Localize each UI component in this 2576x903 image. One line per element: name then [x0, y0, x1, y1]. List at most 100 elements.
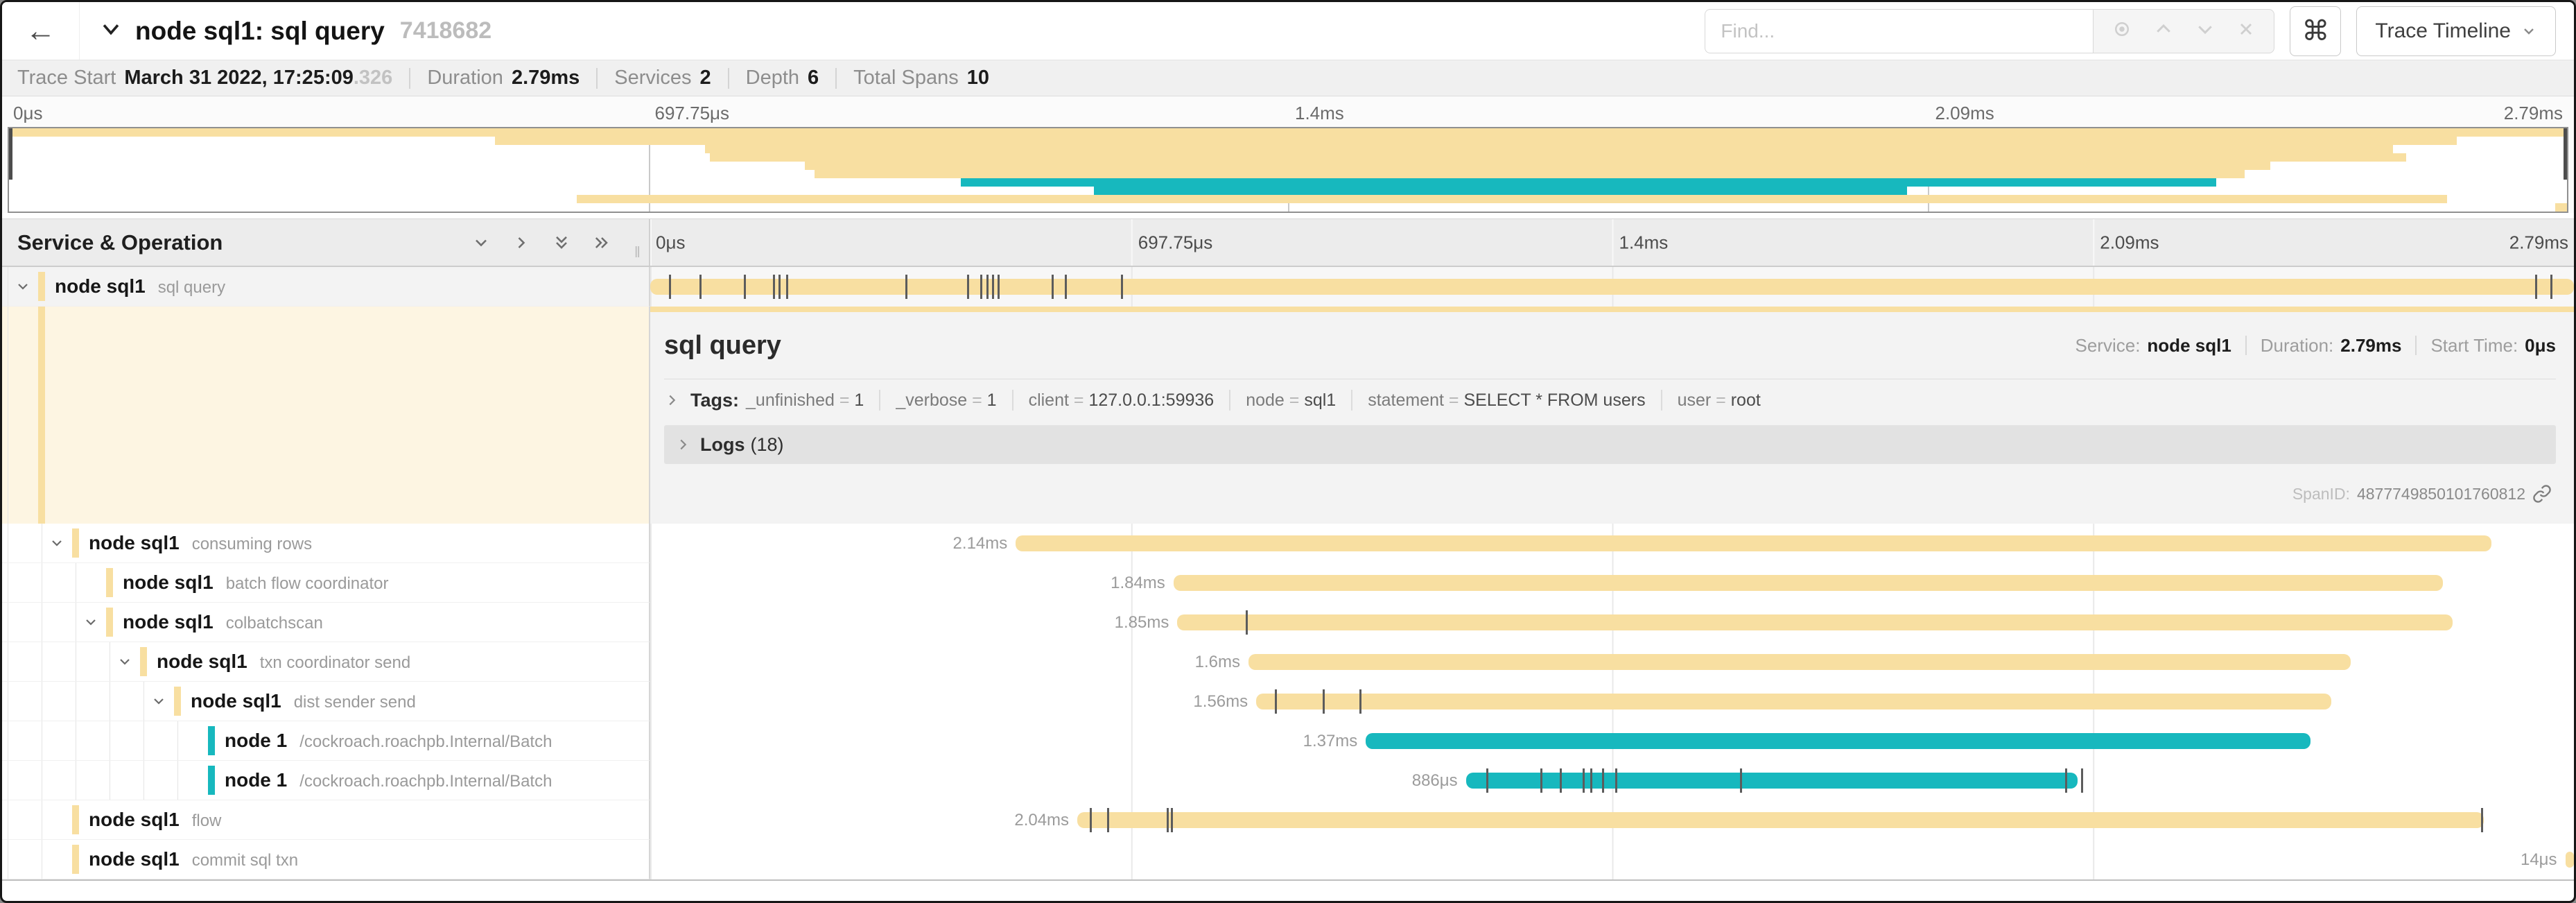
tag-item: _verbose = 1: [896, 390, 996, 411]
view-selector-label: Trace Timeline: [2375, 19, 2511, 43]
span-name-label[interactable]: node sql1flow: [89, 809, 221, 831]
span-bar[interactable]: [1256, 694, 2331, 710]
minimap-right-handle[interactable]: [2564, 128, 2567, 180]
span-tree-cell[interactable]: node sql1flow: [2, 800, 650, 840]
log-marker: [1540, 768, 1542, 793]
collapse-all-icon[interactable]: [471, 233, 491, 252]
log-marker: [786, 275, 788, 299]
service-operation-title: Service & Operation: [17, 230, 471, 255]
minimap-span-row: [9, 195, 2567, 203]
span-tree-cell[interactable]: node 1/cockroach.roachpb.Internal/Batch: [2, 761, 650, 800]
expand-one-icon[interactable]: [512, 233, 531, 252]
minimap-span-row: [9, 137, 2567, 145]
chevron-down-icon[interactable]: [15, 278, 31, 295]
span-bar[interactable]: [1174, 575, 2444, 591]
span-bar[interactable]: [2566, 852, 2574, 868]
find-input[interactable]: [1705, 9, 2093, 53]
span-color-bar: [72, 845, 79, 874]
span-name-label[interactable]: node sql1sql query: [55, 275, 225, 298]
service-name: node sql1: [89, 848, 180, 870]
span-tree-cell[interactable]: node 1/cockroach.roachpb.Internal/Batch: [2, 721, 650, 761]
span-bar[interactable]: [1248, 654, 2351, 670]
chevron-down-icon[interactable]: [49, 535, 65, 551]
span-detail-header: sql queryService:node sql1Duration:2.79m…: [664, 312, 2556, 379]
summary-separator: [409, 68, 410, 89]
chevron-down-icon[interactable]: [150, 693, 167, 710]
span-bar[interactable]: [1177, 614, 2453, 630]
ruler-tick-label: 2.79ms: [2509, 232, 2568, 253]
span-name-label[interactable]: node sql1commit sql txn: [89, 848, 298, 870]
log-marker: [773, 275, 775, 299]
chevron-down-icon[interactable]: [116, 653, 133, 670]
span-name-label[interactable]: node sql1batch flow coordinator: [123, 571, 389, 594]
operation-name: /cockroach.roachpb.Internal/Batch: [299, 732, 552, 751]
span-name-label[interactable]: node sql1txn coordinator send: [157, 651, 410, 673]
minimap-tick-label: 2.79ms: [2504, 103, 2563, 124]
summary-item: Duration2.79ms: [427, 67, 580, 89]
log-marker: [980, 275, 982, 299]
span-tree-cell[interactable]: node sql1consuming rows: [2, 524, 650, 563]
locate-icon[interactable]: [2112, 19, 2132, 43]
ruler-tick-label: 697.75μs: [1138, 232, 1213, 253]
span-name-label[interactable]: node sql1dist sender send: [191, 690, 416, 712]
tree-indent-guide: [177, 721, 178, 760]
span-tree-cell[interactable]: node sql1dist sender send: [2, 682, 650, 721]
span-id-row: SpanID:4877749850101760812: [664, 464, 2556, 524]
span-name-label[interactable]: node sql1consuming rows: [89, 532, 312, 554]
span-color-bar: [208, 766, 215, 795]
span-row: node sql1commit sql txn14μs: [2, 840, 2574, 879]
span-bar[interactable]: [1016, 535, 2491, 551]
tag-separator: [1661, 390, 1662, 411]
span-timeline-cell: 1.85ms: [650, 603, 2574, 642]
column-resizer[interactable]: ‖: [634, 243, 642, 261]
tag-key: user: [1678, 390, 1712, 410]
span-row: node 1/cockroach.roachpb.Internal/Batch8…: [2, 761, 2574, 800]
tag-item: statement = SELECT * FROM users: [1368, 390, 1645, 411]
span-bar[interactable]: [1466, 773, 2078, 789]
clear-find-icon[interactable]: [2236, 19, 2256, 42]
summary-item: Depth6: [746, 67, 819, 89]
minimap-canvas[interactable]: [8, 127, 2568, 213]
find-prev-icon[interactable]: [2153, 19, 2174, 43]
span-tree-cell[interactable]: node sql1colbatchscan: [2, 603, 650, 642]
span-name-label[interactable]: node 1/cockroach.roachpb.Internal/Batch: [225, 769, 552, 791]
operation-name: batch flow coordinator: [226, 574, 389, 593]
span-bar[interactable]: [1077, 812, 2484, 828]
back-button[interactable]: ←: [2, 2, 80, 60]
logs-accordion[interactable]: Logs (18): [664, 425, 2556, 464]
span-tree-cell[interactable]: node sql1sql query: [2, 267, 650, 307]
span-tree-cell[interactable]: node sql1commit sql txn: [2, 840, 650, 879]
top-bar: ← node sql1: sql query 7418682: [2, 2, 2574, 60]
minimap-left-handle[interactable]: [9, 128, 12, 180]
span-timeline-cell: 1.84ms: [650, 563, 2574, 603]
service-operation-header: Service & Operation ‖: [2, 219, 650, 266]
summary-separator: [596, 68, 598, 89]
trace-title-group[interactable]: node sql1: sql query 7418682: [99, 17, 1705, 46]
tags-accordion[interactable]: Tags:_unfinished = 1_verbose = 1client =…: [664, 379, 2556, 421]
find-next-icon[interactable]: [2195, 19, 2216, 43]
link-icon[interactable]: [2532, 484, 2552, 504]
span-bar[interactable]: [1366, 733, 2310, 749]
span-name-label[interactable]: node sql1colbatchscan: [123, 611, 323, 633]
timeline-ruler: 0μs697.75μs1.4ms2.09ms2.79ms: [650, 219, 2574, 266]
view-selector-button[interactable]: Trace Timeline: [2356, 6, 2556, 56]
collapse-all-deep-icon[interactable]: [552, 233, 571, 252]
service-name: node sql1: [89, 809, 180, 830]
minimap-span-row: [9, 162, 2567, 170]
chevron-down-icon[interactable]: [82, 614, 99, 630]
span-detail-row: sql queryService:node sql1Duration:2.79m…: [2, 307, 2574, 524]
span-tree-cell[interactable]: node sql1batch flow coordinator: [2, 563, 650, 603]
span-duration-label: 1.84ms: [1111, 574, 1165, 593]
span-timeline-cell: 2.14ms: [650, 524, 2574, 563]
span-name-label[interactable]: node 1/cockroach.roachpb.Internal/Batch: [225, 730, 552, 752]
tag-value: 127.0.0.1:59936: [1088, 390, 1214, 410]
tag-equals: =: [967, 390, 987, 410]
keyboard-shortcuts-button[interactable]: ⌘: [2290, 6, 2341, 56]
span-tree-cell[interactable]: node sql1txn coordinator send: [2, 642, 650, 682]
span-timeline-cell: [650, 267, 2574, 307]
expand-all-icon[interactable]: [592, 233, 611, 252]
span-detail-left-cell: [2, 307, 650, 524]
service-name: node sql1: [191, 690, 281, 712]
span-bar[interactable]: [650, 279, 2574, 295]
log-marker: [1583, 768, 1585, 793]
